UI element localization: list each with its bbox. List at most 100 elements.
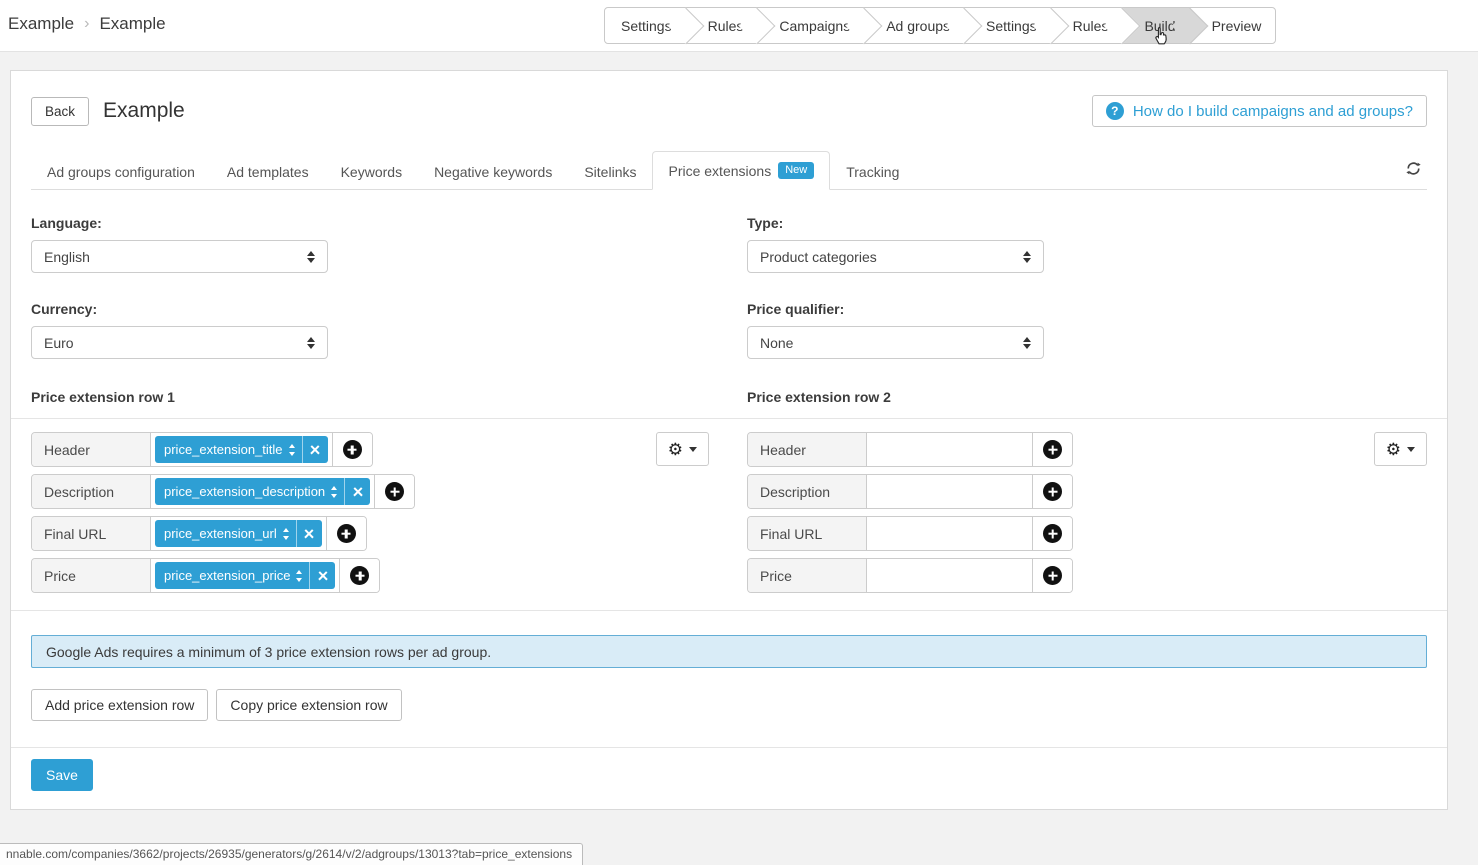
price-qualifier-label: Price qualifier: (747, 301, 845, 317)
page-title: Example (103, 99, 185, 122)
gear-icon: ⚙ (667, 439, 683, 459)
field-row-final-url: Final URL price_extension_url (31, 516, 367, 551)
field-row-price: Price price_extension_price (31, 558, 381, 593)
copy-price-extension-row-button[interactable]: Copy price extension row (216, 689, 402, 721)
currency-select[interactable]: Euro (31, 326, 328, 359)
price-extension-column-1: Header price_extension_title Description (31, 432, 747, 600)
field-row-final-url: Final URL (747, 516, 1073, 551)
status-url-tooltip: nnable.com/companies/3662/projects/26935… (0, 843, 584, 865)
tab-sitelinks[interactable]: Sitelinks (568, 153, 652, 190)
field-tag[interactable]: price_extension_price (155, 562, 336, 589)
field-row-price: Price (747, 558, 1073, 593)
wizard-step-settings-1[interactable]: Settings (605, 8, 686, 43)
wizard-nav: Settings Rules Campaigns Ad groups Setti… (604, 7, 1277, 45)
chevron-down-icon (1407, 446, 1415, 452)
tab-bar: Ad groups configuration Ad templates Key… (31, 151, 1427, 190)
main-panel: Back Example ? How do I build campaigns … (10, 70, 1448, 810)
breadcrumb-item-project[interactable]: Example (8, 14, 74, 34)
plus-icon (385, 482, 405, 501)
tab-keywords[interactable]: Keywords (325, 153, 418, 190)
value-cell[interactable] (867, 475, 1032, 508)
value-cell[interactable]: price_extension_url (151, 517, 326, 550)
panel-header: Back Example ? How do I build campaigns … (31, 89, 1427, 133)
select-caret-icon (307, 336, 315, 349)
breadcrumb-separator-icon: › (84, 15, 90, 32)
value-cell[interactable]: price_extension_price (151, 559, 340, 592)
value-cell[interactable] (867, 433, 1032, 466)
top-bar: Example › Example Settings Rules Campaig… (0, 0, 1478, 52)
panel-footer: Save (11, 747, 1447, 791)
plus-icon (1043, 440, 1062, 459)
add-value-button[interactable] (1032, 559, 1072, 592)
select-caret-icon (1023, 336, 1031, 349)
remove-tag-icon[interactable] (301, 436, 328, 463)
value-cell[interactable] (867, 559, 1032, 592)
new-badge: New (778, 162, 815, 179)
select-caret-icon (307, 250, 315, 263)
price-extension-row-1-title: Price extension row 1 (31, 389, 175, 405)
sort-icon[interactable] (288, 443, 295, 456)
field-tag[interactable]: price_extension_url (155, 520, 322, 547)
breadcrumb: Example › Example (8, 14, 166, 34)
value-cell[interactable] (867, 517, 1032, 550)
value-cell[interactable]: price_extension_title (151, 433, 332, 466)
remove-tag-icon[interactable] (309, 562, 335, 589)
tab-price-extensions[interactable]: Price extensions New (652, 151, 831, 190)
price-extension-column-2: Header Description Final URL Price ⚙ (747, 432, 1427, 600)
chevron-down-icon (689, 446, 697, 452)
add-price-extension-row-button[interactable]: Add price extension row (31, 689, 209, 721)
help-button[interactable]: ? How do I build campaigns and ad groups… (1091, 95, 1427, 127)
plus-icon (1043, 482, 1062, 501)
language-label: Language: (31, 215, 102, 231)
row-actions: Add price extension row Copy price exten… (31, 689, 1427, 721)
save-button[interactable]: Save (31, 759, 93, 791)
plus-icon (342, 440, 362, 459)
row-2-options-button[interactable]: ⚙ (1373, 432, 1427, 466)
sort-icon[interactable] (282, 527, 289, 540)
field-row-description: Description price_extension_description (31, 474, 416, 509)
sort-icon[interactable] (296, 569, 303, 582)
field-row-header: Header (747, 432, 1073, 467)
field-row-header: Header price_extension_title (31, 432, 373, 467)
field-tag[interactable]: price_extension_title (155, 436, 328, 463)
back-button[interactable]: Back (31, 96, 90, 126)
price-extension-row-2-title: Price extension row 2 (747, 389, 891, 405)
tab-ad-templates[interactable]: Ad templates (211, 153, 325, 190)
breadcrumb-item-generator[interactable]: Example (99, 14, 165, 34)
add-value-button[interactable] (331, 433, 372, 466)
add-value-button[interactable] (1032, 475, 1072, 508)
question-mark-icon: ? (1105, 102, 1124, 120)
tab-negative-keywords[interactable]: Negative keywords (418, 153, 568, 190)
add-value-button[interactable] (339, 559, 380, 592)
settings-form: Language: English Currency: Euro Type: P… (31, 190, 1427, 387)
type-label: Type: (747, 215, 784, 231)
tab-ad-groups-configuration[interactable]: Ad groups configuration (31, 153, 211, 190)
remove-tag-icon[interactable] (295, 520, 322, 547)
add-value-button[interactable] (325, 517, 366, 550)
plus-icon (336, 524, 356, 543)
currency-label: Currency: (31, 301, 98, 317)
remove-tag-icon[interactable] (344, 478, 370, 505)
gear-icon: ⚙ (1385, 439, 1401, 459)
plus-icon (1043, 524, 1062, 543)
language-select[interactable]: English (31, 240, 328, 273)
plus-icon (1043, 566, 1062, 585)
add-value-button[interactable] (1032, 433, 1072, 466)
field-row-description: Description (747, 474, 1073, 509)
sort-icon[interactable] (331, 485, 338, 498)
row-1-options-button[interactable]: ⚙ (655, 432, 709, 466)
field-tag[interactable]: price_extension_description (155, 478, 371, 505)
price-extension-section-titles: Price extension row 1 Price extension ro… (11, 389, 1447, 419)
add-value-button[interactable] (374, 475, 415, 508)
info-alert: Google Ads requires a minimum of 3 price… (31, 635, 1427, 668)
add-value-button[interactable] (1032, 517, 1072, 550)
tab-tracking[interactable]: Tracking (830, 153, 915, 190)
refresh-icon[interactable] (1406, 161, 1427, 189)
plus-icon (350, 566, 370, 585)
price-extension-area: Header price_extension_title Description (11, 419, 1447, 611)
type-select[interactable]: Product categories (747, 240, 1044, 273)
select-caret-icon (1023, 250, 1031, 263)
help-button-label: How do I build campaigns and ad groups? (1132, 102, 1413, 120)
value-cell[interactable]: price_extension_description (151, 475, 375, 508)
price-qualifier-select[interactable]: None (747, 326, 1044, 359)
